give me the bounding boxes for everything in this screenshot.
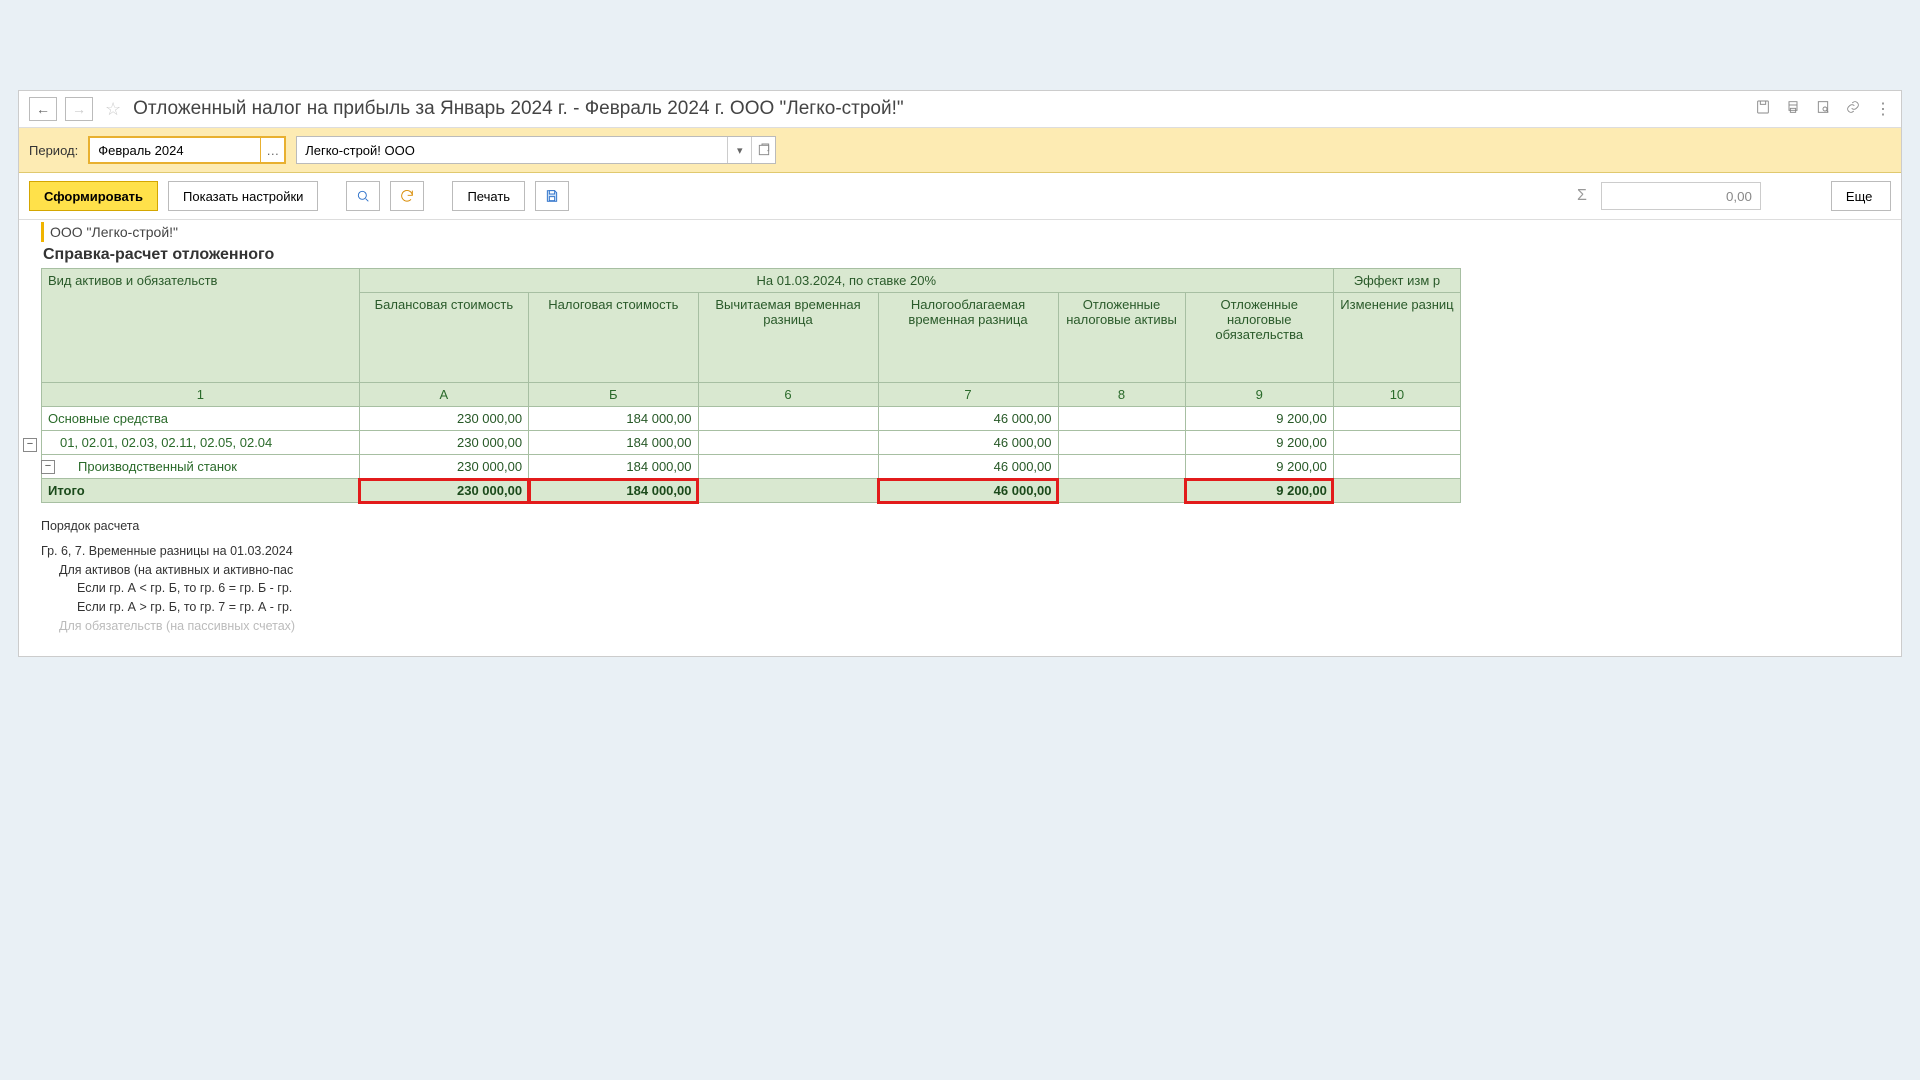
organization-open-button[interactable]	[751, 137, 775, 163]
col-header-10: Изменение разниц	[1333, 293, 1460, 383]
total-9-highlight: 9 200,00	[1185, 479, 1333, 503]
col-header-8: Отложенные налоговые активы	[1058, 293, 1185, 383]
period-picker-button[interactable]: …	[260, 138, 284, 162]
more-menu-icon[interactable]: ⋮	[1875, 99, 1891, 120]
print-titlebar-icon[interactable]	[1785, 99, 1801, 120]
index-row: 1 А Б 6 7 8 9 10	[42, 383, 1461, 407]
col-header-9: Отложенные налоговые обязательства	[1185, 293, 1333, 383]
table-row[interactable]: Производственный станок 230 000,00 184 0…	[42, 455, 1461, 479]
nav-forward-button[interactable]: →	[65, 97, 93, 121]
calculation-notes: Порядок расчета Гр. 6, 7. Временные разн…	[41, 517, 371, 636]
report-title: Справка-расчет отложенного	[41, 242, 1901, 268]
total-row: Итого 230 000,00 184 000,00 46 000,00 9 …	[42, 479, 1461, 503]
col-header-7: Налогооблагаемая временная разница	[878, 293, 1058, 383]
more-button[interactable]: Еще	[1831, 181, 1891, 211]
filter-bar: Период: … ▾	[19, 128, 1901, 173]
sigma-icon: Σ	[1577, 187, 1587, 205]
action-bar: Сформировать Показать настройки Печать Σ…	[19, 173, 1901, 220]
col-header-6: Вычитаемая временная разница	[698, 293, 878, 383]
table-row[interactable]: Основные средства 230 000,00 184 000,00 …	[42, 407, 1461, 431]
print-button[interactable]: Печать	[452, 181, 525, 211]
report-org-header: ООО "Легко-строй!"	[41, 222, 184, 242]
period-label: Период:	[29, 143, 78, 158]
col-header-b: Налоговая стоимость	[529, 293, 698, 383]
period-input-group: …	[88, 136, 286, 164]
report-area: − − ООО "Легко-строй!" Справка-расчет от…	[19, 220, 1901, 656]
save-report-icon[interactable]	[1755, 99, 1771, 120]
col-header-kind: Вид активов и обязательств	[42, 269, 360, 383]
total-a-highlight: 230 000,00	[359, 479, 528, 503]
link-icon[interactable]	[1845, 99, 1861, 120]
tree-collapse-row2[interactable]: −	[41, 460, 55, 474]
title-actions: ⋮	[1755, 99, 1891, 120]
tree-collapse-row1[interactable]: −	[23, 438, 37, 452]
total-7-highlight: 46 000,00	[878, 479, 1058, 503]
report-table: Вид активов и обязательств На 01.03.2024…	[41, 268, 1461, 503]
show-settings-button[interactable]: Показать настройки	[168, 181, 318, 211]
search-icon[interactable]	[346, 181, 380, 211]
organization-input[interactable]	[297, 137, 727, 163]
total-b-highlight: 184 000,00	[529, 479, 698, 503]
refresh-icon[interactable]	[390, 181, 424, 211]
favorite-star-icon[interactable]: ☆	[105, 99, 121, 120]
organization-input-group: ▾	[296, 136, 776, 164]
save-icon[interactable]	[535, 181, 569, 211]
period-input[interactable]	[90, 138, 260, 162]
organization-dropdown-button[interactable]: ▾	[727, 137, 751, 163]
preview-icon[interactable]	[1815, 99, 1831, 120]
sum-field[interactable]	[1601, 182, 1761, 210]
table-row[interactable]: 01, 02.01, 02.03, 02.11, 02.05, 02.04 23…	[42, 431, 1461, 455]
generate-button[interactable]: Сформировать	[29, 181, 158, 211]
app-window: ← → ☆ Отложенный налог на прибыль за Янв…	[18, 90, 1902, 657]
col-group-effect: Эффект изм р	[1333, 269, 1460, 293]
col-group-date: На 01.03.2024, по ставке 20%	[359, 269, 1333, 293]
nav-back-button[interactable]: ←	[29, 97, 57, 121]
col-header-a: Балансовая стоимость	[359, 293, 528, 383]
titlebar: ← → ☆ Отложенный налог на прибыль за Янв…	[19, 91, 1901, 128]
window-title: Отложенный налог на прибыль за Январь 20…	[133, 98, 1747, 120]
